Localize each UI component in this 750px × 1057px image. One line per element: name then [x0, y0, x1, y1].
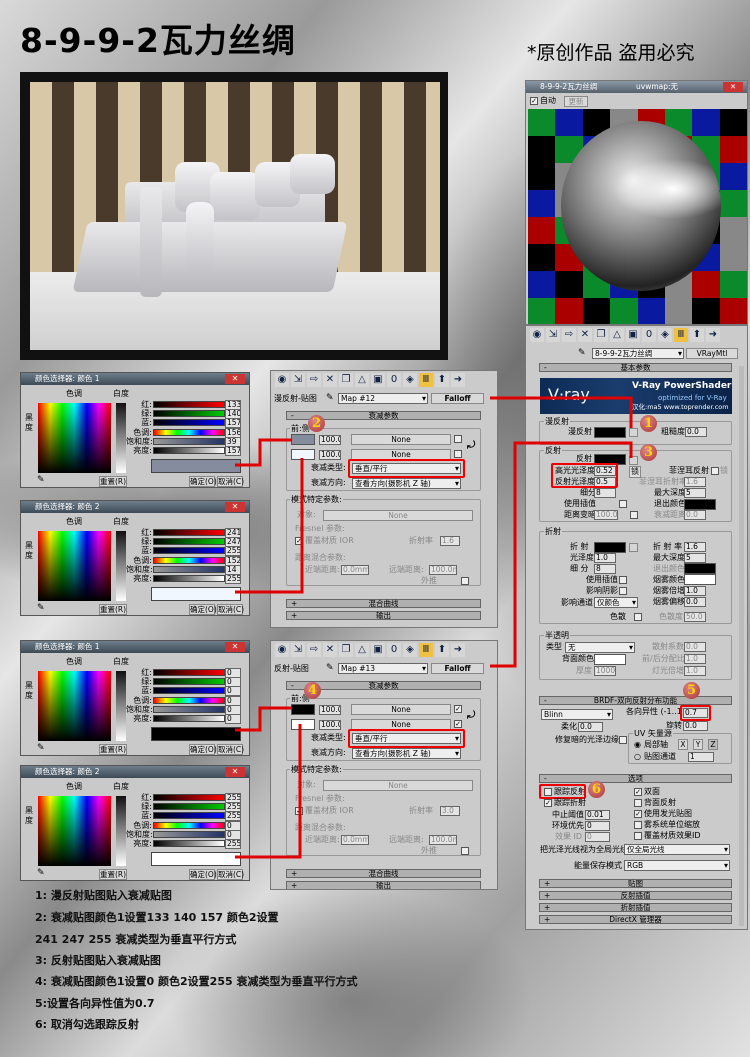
connector-line: [235, 724, 302, 859]
connector-line: [235, 706, 292, 732]
instruction-line: 3: 反射贴图贴入衰减贴图: [35, 954, 161, 967]
step-marker-1: 1: [640, 415, 657, 432]
step-marker-5: 5: [683, 682, 700, 699]
instruction-line: 241 247 255 衰减类型为垂直平行方式: [35, 933, 237, 946]
connector-line: [235, 438, 292, 467]
instruction-line: 1: 漫反射贴图贴入衰减贴图: [35, 889, 172, 902]
step-marker-6: 6: [588, 781, 605, 798]
step-marker-3: 3: [640, 444, 657, 461]
connector-line: [490, 396, 633, 428]
connector-line: [235, 458, 304, 594]
instruction-line: 4: 衰减贴图颜色1设置0 颜色2设置255 衰减类型为垂直平行方式: [35, 975, 358, 988]
connector-line: [490, 441, 633, 668]
instruction-line: 6: 取消勾选跟踪反射: [35, 1018, 139, 1031]
instruction-line: 2: 衰减贴图颜色1设置133 140 157 颜色2设置: [35, 911, 279, 924]
step-marker-2: 2: [308, 415, 325, 432]
step-marker-4: 4: [304, 682, 321, 699]
instruction-line: 5:设置各向异性值为0.7: [35, 997, 155, 1010]
